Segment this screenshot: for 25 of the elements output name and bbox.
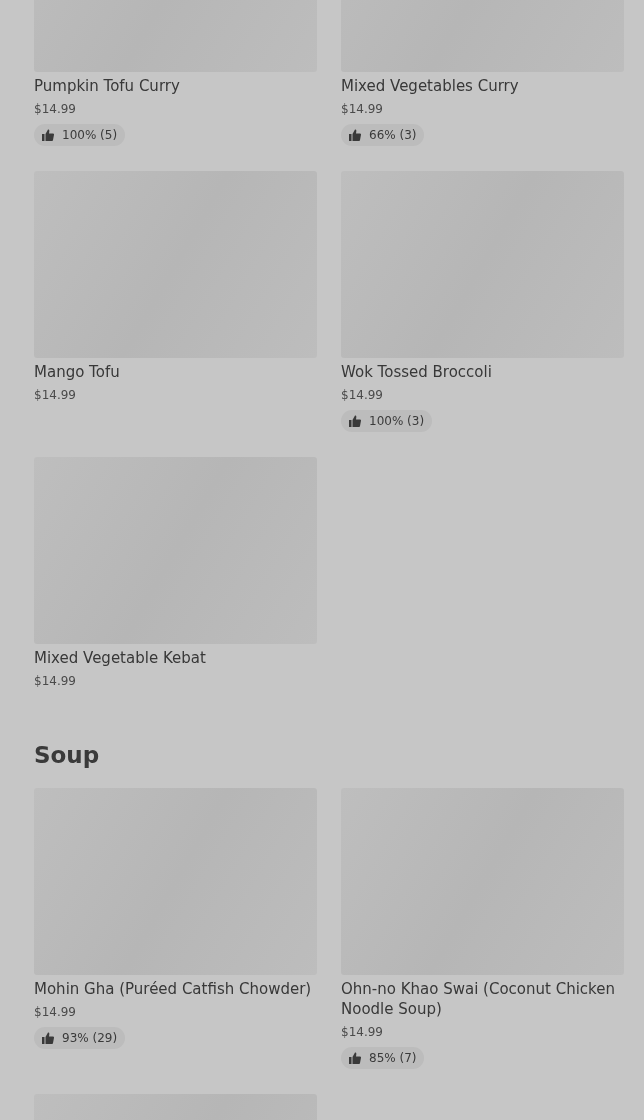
- rating-text: 85% (7): [369, 1051, 417, 1065]
- thumbs-up-icon: [349, 129, 361, 141]
- rating-text: 93% (29): [62, 1031, 118, 1045]
- rating-text: 100% (3): [369, 414, 425, 428]
- dish-price: $14.99: [34, 673, 76, 690]
- dish-price: $14.99: [341, 387, 383, 404]
- dish-price: $14.99: [34, 101, 76, 118]
- dish-price: $14.99: [34, 387, 76, 404]
- thumbs-up-icon: [42, 129, 54, 141]
- dish-name[interactable]: Mixed Vegetable Kebat: [34, 648, 206, 668]
- rating-text: 66% (3): [369, 128, 417, 142]
- section-heading: Soup: [34, 741, 101, 770]
- dish-name[interactable]: Mango Tofu: [34, 362, 120, 382]
- dish-price: $14.99: [341, 101, 383, 118]
- dish-name[interactable]: Mohin Gha (Puréed Catfish Chowder): [34, 979, 312, 999]
- thumbs-up-icon: [42, 1032, 54, 1044]
- dish-name[interactable]: Mixed Vegetables Curry: [341, 76, 519, 96]
- thumbs-up-icon: [349, 1052, 361, 1064]
- thumbs-up-icon: [349, 415, 361, 427]
- dish-name[interactable]: Pumpkin Tofu Curry: [34, 76, 180, 96]
- dish-price: $14.99: [341, 1024, 383, 1041]
- dish-name[interactable]: Ohn-no Khao Swai (Coconut Chicken Noodle Soup): [341, 979, 624, 1019]
- dish-name[interactable]: Wok Tossed Broccoli: [341, 362, 492, 382]
- dish-price: $14.99: [34, 1004, 76, 1021]
- rating-text: 100% (5): [62, 128, 118, 142]
